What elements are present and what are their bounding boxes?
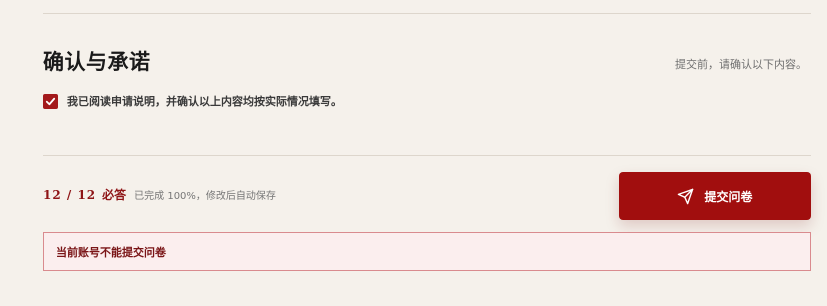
confirm-label: 我已阅读申请说明，并确认以上内容均按实际情况填写。	[67, 95, 342, 108]
section-title: 确认与承诺	[43, 50, 151, 74]
submit-label: 提交问卷	[704, 189, 753, 204]
progress-note: 已完成 100%，修改后自动保存	[134, 191, 276, 202]
confirm-checkbox[interactable]	[43, 93, 58, 109]
middle-divider	[43, 155, 811, 156]
section-hint: 提交前，请确认以下内容。	[675, 58, 807, 71]
checkmark-icon	[45, 97, 56, 105]
send-icon	[678, 188, 694, 204]
notice-text: 当前账号不能提交问卷	[56, 245, 166, 259]
submit-survey-button[interactable]: 提交问卷	[619, 172, 811, 220]
progress-summary: 12 / 12 必答 已完成 100%，修改后自动保存	[43, 186, 276, 203]
progress-count: 12 / 12	[43, 188, 97, 202]
account-notice: 当前账号不能提交问卷	[43, 232, 811, 271]
confirm-checkbox-row[interactable]: 我已阅读申请说明，并确认以上内容均按实际情况填写。	[43, 93, 342, 109]
top-divider	[43, 13, 811, 14]
required-label: 必答	[102, 188, 127, 202]
